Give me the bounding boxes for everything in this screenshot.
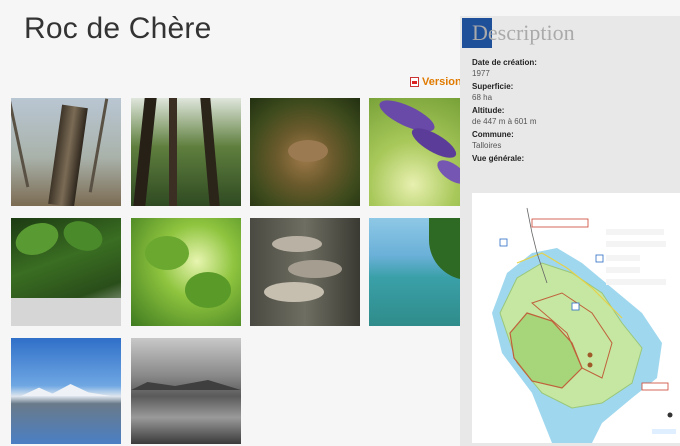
field-label-altitude: Altitude: bbox=[472, 106, 505, 115]
field-value-commune: Talloires bbox=[472, 141, 502, 150]
photo-frog[interactable] bbox=[250, 98, 360, 206]
description-header: Description bbox=[460, 16, 680, 50]
pdf-version-label: Version bbox=[422, 76, 462, 88]
photo-backlit-leaves[interactable] bbox=[131, 218, 241, 326]
field-label-date: Date de création: bbox=[472, 58, 537, 67]
page-title: Roc de Chère bbox=[24, 12, 212, 45]
photo-forest-trees[interactable] bbox=[131, 98, 241, 206]
photo-dead-tree-trunk[interactable] bbox=[11, 98, 121, 206]
photo-lake-clouds[interactable] bbox=[131, 338, 241, 444]
pdf-version-link[interactable]: Version bbox=[410, 76, 462, 88]
page: Roc de Chère Version Description Date de… bbox=[0, 0, 680, 446]
photo-bracket-fungi[interactable] bbox=[250, 218, 360, 326]
overview-map[interactable] bbox=[472, 193, 680, 443]
overview-label: Vue générale: bbox=[472, 154, 525, 163]
field-value-date: 1977 bbox=[472, 69, 490, 78]
photo-lake-mountains[interactable] bbox=[11, 338, 121, 444]
map-image bbox=[472, 193, 680, 443]
field-label-area: Superficie: bbox=[472, 82, 514, 91]
description-fields: Date de création: 1977 Superficie: 68 ha… bbox=[460, 50, 680, 163]
pdf-icon bbox=[410, 77, 419, 87]
photo-green-leaves[interactable] bbox=[11, 218, 121, 326]
field-value-altitude: de 447 m à 601 m bbox=[472, 117, 537, 126]
field-value-area: 68 ha bbox=[472, 93, 493, 102]
field-label-commune: Commune: bbox=[472, 130, 514, 139]
description-title: Description bbox=[472, 20, 575, 45]
